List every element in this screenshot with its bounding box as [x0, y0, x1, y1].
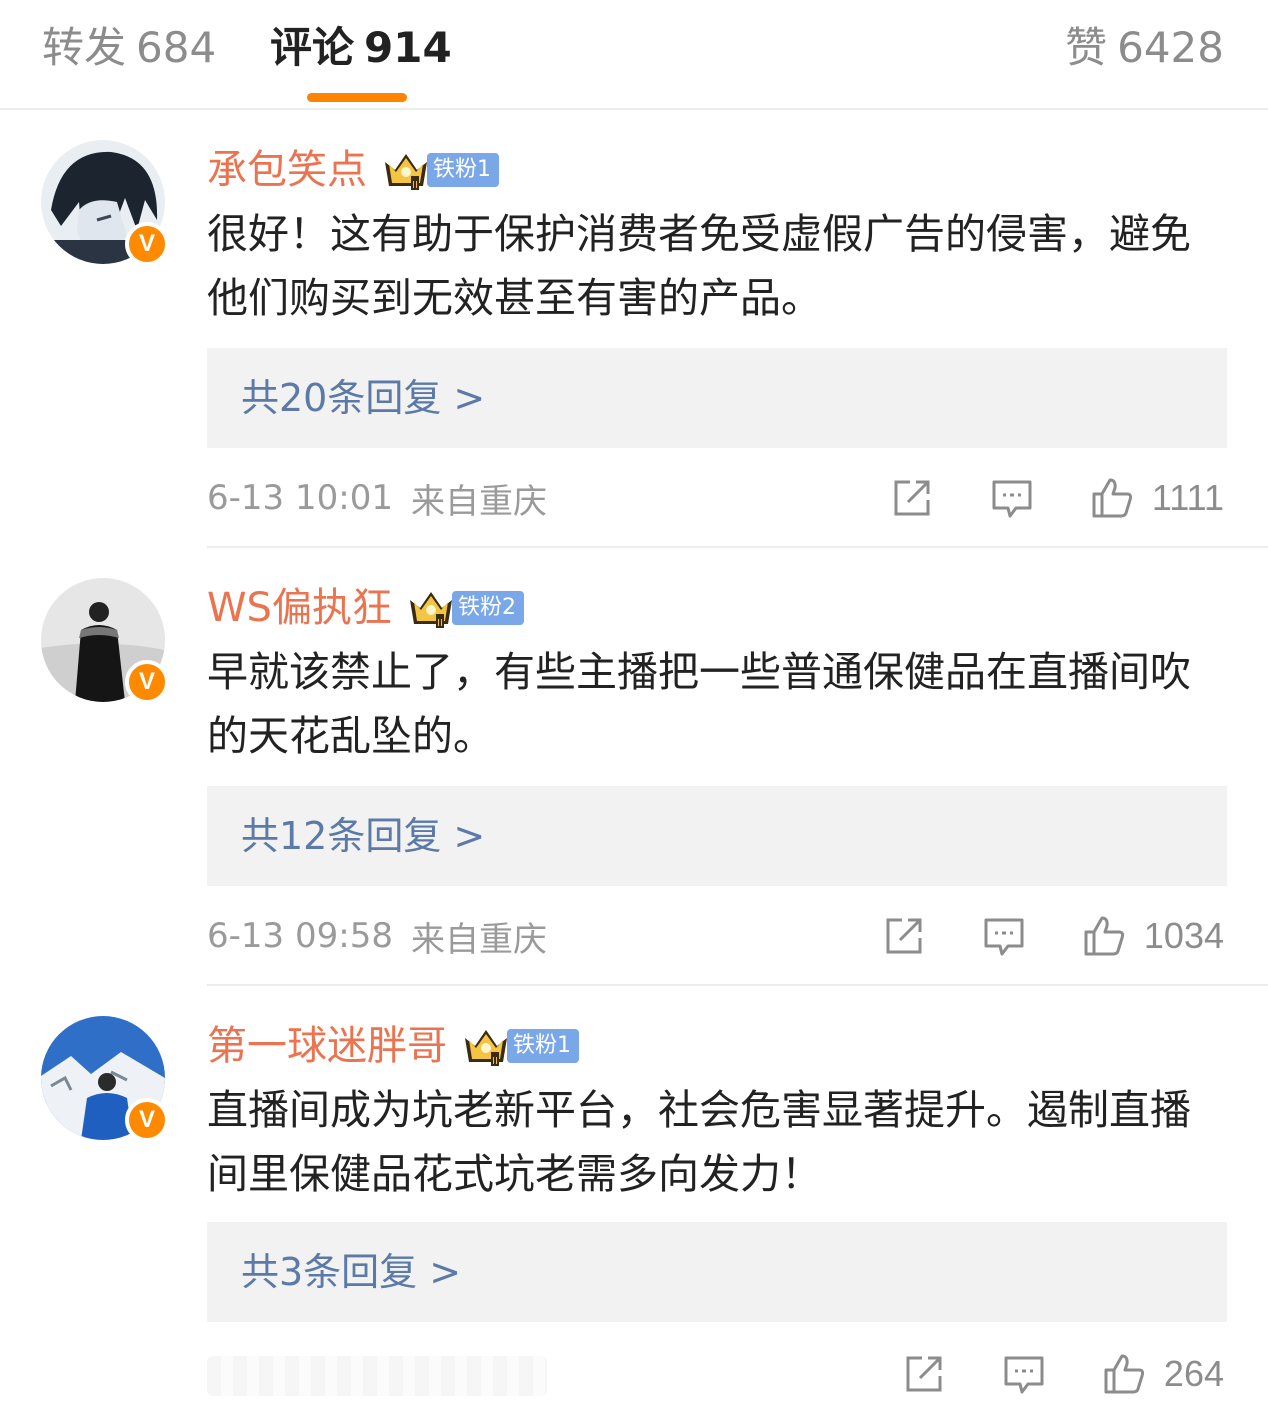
thumbs-up-icon — [1092, 478, 1132, 518]
comment-location: 来自重庆 — [410, 919, 547, 960]
replies-box[interactable]: 共12条回复 > — [207, 786, 1227, 886]
comment-meta: 6-13 09:58 来自重庆 — [207, 906, 547, 966]
share-icon[interactable] — [890, 476, 934, 520]
comment-item: V WS偏执狂 II 铁粉2 早就该禁止了，有些主播把一些普通保健品在直播间吹的… — [0, 548, 1268, 986]
avatar[interactable]: V — [41, 140, 169, 266]
comment-meta-redacted — [207, 1356, 547, 1396]
active-tab-indicator — [307, 93, 407, 102]
username[interactable]: 承包笑点 — [207, 145, 367, 195]
like-button[interactable]: 264 — [1102, 1352, 1224, 1396]
crown-icon: II — [385, 154, 427, 191]
svg-text:II: II — [492, 1056, 498, 1067]
svg-text:II: II — [412, 180, 418, 191]
verified-badge-icon: V — [125, 1098, 169, 1142]
fan-level-tag: 铁粉2 — [451, 591, 524, 625]
thumbs-up-icon — [1104, 1354, 1144, 1394]
comment-meta: 6-13 10:01 来自重庆 — [207, 468, 547, 528]
view-replies-link[interactable]: 共12条回复 > — [241, 810, 485, 862]
comment-item: V 承包笑点 II 铁粉1 很好！这有助于保护消费者免受虚假广告的侵害，避免他们… — [0, 110, 1268, 548]
comment-text: 早就该禁止了，有些主播把一些普通保健品在直播间吹的天花乱坠的。 — [207, 648, 1191, 760]
tab-like[interactable]: 赞 6428 — [1065, 22, 1224, 74]
svg-text:II: II — [437, 618, 443, 629]
comment-actions: 1111 — [890, 468, 1224, 528]
tab-repost-count: 684 — [136, 23, 217, 72]
thumbs-up-icon — [1084, 916, 1124, 956]
tab-repost-label: 转发 — [42, 23, 127, 72]
username[interactable]: WS偏执狂 — [207, 583, 392, 633]
view-replies-link[interactable]: 共3条回复 > — [241, 1246, 461, 1298]
comment-actions: 264 — [902, 1344, 1224, 1404]
comment-icon[interactable] — [990, 476, 1034, 520]
view-replies-link[interactable]: 共20条回复 > — [241, 372, 485, 424]
share-icon[interactable] — [902, 1352, 946, 1396]
tab-like-count: 6428 — [1117, 23, 1224, 72]
tab-like-label: 赞 — [1065, 23, 1108, 72]
like-count: 1034 — [1143, 915, 1224, 956]
tab-repost[interactable]: 转发 684 — [42, 22, 216, 74]
comment-icon[interactable] — [1002, 1352, 1046, 1396]
verified-badge-icon: V — [125, 660, 169, 704]
comment-text: 很好！这有助于保护消费者免受虚假广告的侵害，避免他们购买到无效甚至有害的产品。 — [207, 210, 1191, 322]
comment-item: V 第一球迷胖哥 II 铁粉1 直播间成为坑老新平台，社会危害显著提升。遏制直播… — [0, 986, 1268, 1416]
crown-icon: II — [465, 1030, 507, 1067]
like-count: 1111 — [1151, 477, 1224, 518]
fan-level-tag: 铁粉1 — [507, 1029, 579, 1063]
avatar[interactable]: V — [41, 578, 169, 704]
like-button[interactable]: 1111 — [1090, 476, 1224, 520]
replies-box[interactable]: 共20条回复 > — [207, 348, 1227, 448]
share-icon[interactable] — [882, 914, 926, 958]
comment-header: WS偏执狂 II 铁粉2 — [207, 582, 524, 634]
like-button[interactable]: 1034 — [1082, 914, 1224, 958]
fan-badge[interactable]: II 铁粉1 — [381, 148, 499, 192]
comment-header: 承包笑点 II 铁粉1 — [207, 144, 499, 196]
fan-level-tag: 铁粉1 — [427, 153, 499, 187]
fan-badge[interactable]: II 铁粉1 — [461, 1024, 579, 1068]
comment-text: 直播间成为坑老新平台，社会危害显著提升。遏制直播间里保健品花式坑老需多向发力！ — [207, 1086, 1191, 1198]
like-count: 264 — [1163, 1353, 1224, 1394]
replies-box[interactable]: 共3条回复 > — [207, 1222, 1227, 1322]
avatar[interactable]: V — [41, 1016, 169, 1142]
comment-location: 来自重庆 — [410, 481, 547, 522]
comment-icon[interactable] — [982, 914, 1026, 958]
username[interactable]: 第一球迷胖哥 — [207, 1021, 447, 1071]
tab-comment-count: 914 — [364, 23, 452, 72]
crown-icon: II — [409, 592, 452, 629]
comment-tabs: 转发 684 评论 914 赞 6428 — [0, 0, 1268, 110]
tab-comment-label: 评论 — [270, 23, 355, 72]
comment-header: 第一球迷胖哥 II 铁粉1 — [207, 1020, 579, 1072]
comment-actions: 1034 — [882, 906, 1224, 966]
verified-badge-icon: V — [125, 222, 169, 266]
comment-time: 6-13 10:01 — [207, 478, 393, 518]
fan-badge[interactable]: II 铁粉2 — [406, 586, 524, 630]
comment-time: 6-13 09:58 — [207, 916, 393, 956]
